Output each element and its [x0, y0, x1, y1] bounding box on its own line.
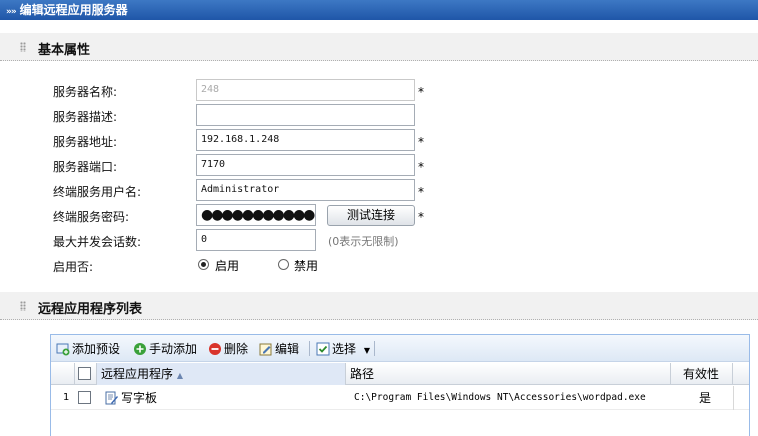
app-valid: 是 [699, 391, 712, 405]
term-pwd-input[interactable]: ●●●●●●●●●●● [196, 204, 316, 226]
required-mark: * [418, 185, 424, 199]
row-number-header [51, 363, 75, 385]
col-valid-label: 有效性 [683, 367, 720, 381]
sort-asc-icon: ▲ [176, 371, 183, 380]
section-basic-title: 基本属性 [38, 43, 91, 58]
server-desc-label: 服务器描述: [53, 110, 118, 124]
toolbar-divider [309, 341, 310, 356]
required-mark: * [418, 135, 424, 149]
grid-header: 远程应用程序 ▲ 路径 有效性 [51, 363, 749, 385]
toolbar-divider [374, 341, 375, 356]
edit-icon [259, 342, 273, 356]
add-preset-icon [56, 342, 70, 356]
term-user-input[interactable]: Administrator [196, 179, 415, 201]
server-desc-input[interactable] [196, 104, 415, 126]
minus-circle-icon [208, 342, 222, 356]
enabled-label: 启用否: [53, 260, 94, 274]
remote-app-grid: 添加预设 手动添加 删除 编辑 选择 ▼ 远程应用程序 ▲ 路径 有效性 1 写… [50, 334, 750, 436]
delete-label: 删除 [224, 342, 249, 356]
manual-add-label: 手动添加 [149, 342, 198, 356]
app-name: 写字板 [121, 391, 158, 405]
manual-add-button[interactable]: 手动添加 [133, 341, 197, 357]
row-number: 1 [63, 392, 70, 403]
delete-button[interactable]: 删除 [208, 341, 248, 357]
max-sessions-label: 最大并发会话数: [53, 235, 142, 249]
term-user-label: 终端服务用户名: [53, 185, 142, 199]
select-all-header [75, 363, 97, 385]
max-sessions-input[interactable]: 0 [196, 229, 316, 251]
col-header-valid[interactable]: 有效性 [671, 363, 733, 385]
required-mark: * [418, 160, 424, 174]
row-checkbox[interactable] [78, 391, 91, 404]
wordpad-icon [105, 389, 118, 405]
grid-toolbar: 添加预设 手动添加 删除 编辑 选择 ▼ [51, 335, 749, 362]
grip-icon [20, 42, 26, 52]
select-all-checkbox[interactable] [78, 367, 91, 380]
disable-radio[interactable] [278, 259, 289, 270]
title-arrows-icon: »» [6, 7, 17, 17]
app-path: C:\Program Files\Windows NT\Accessories\… [354, 392, 646, 403]
server-addr-label: 服务器地址: [53, 135, 118, 149]
col-header-name[interactable]: 远程应用程序 ▲ [97, 363, 346, 385]
add-preset-button[interactable]: 添加预设 [56, 341, 120, 357]
window-title-bar: »» 编辑远程应用服务器 [0, 0, 758, 20]
max-sessions-hint: (0表示无限制) [328, 235, 399, 248]
app-name-cell: 写字板 [101, 386, 157, 410]
select-label: 选择 [332, 342, 357, 356]
checkbox-icon [316, 342, 330, 356]
grip-icon [20, 301, 26, 311]
enable-radio-label: 启用 [215, 259, 240, 273]
col-name-label: 远程应用程序 [101, 367, 174, 381]
enable-radio[interactable] [198, 259, 209, 270]
section-apps-header: 远程应用程序列表 [0, 292, 758, 320]
table-row[interactable]: 1 写字板 C:\Program Files\Windows NT\Access… [51, 386, 749, 410]
add-preset-label: 添加预设 [72, 342, 121, 356]
server-addr-input[interactable]: 192.168.1.248 [196, 129, 415, 151]
server-name-input[interactable]: 248 [196, 79, 415, 101]
edit-label: 编辑 [275, 342, 300, 356]
test-connection-button[interactable]: 测试连接 [327, 205, 415, 226]
required-mark: * [418, 85, 424, 99]
column-divider [733, 386, 734, 410]
select-dropdown-button[interactable]: 选择 ▼ [316, 341, 370, 357]
col-path-label: 路径 [350, 367, 375, 381]
col-header-path[interactable]: 路径 [346, 363, 671, 385]
section-basic-header: 基本属性 [0, 33, 758, 61]
term-pwd-label: 终端服务密码: [53, 210, 130, 224]
dropdown-arrow-icon: ▼ [363, 346, 370, 355]
disable-radio-label: 禁用 [294, 259, 319, 273]
section-apps-title: 远程应用程序列表 [38, 302, 143, 317]
server-name-label: 服务器名称: [53, 85, 118, 99]
edit-button[interactable]: 编辑 [259, 341, 299, 357]
window-title: 编辑远程应用服务器 [19, 3, 128, 17]
plus-circle-icon [133, 342, 147, 356]
required-mark: * [418, 210, 424, 224]
server-port-input[interactable]: 7170 [196, 154, 415, 176]
server-port-label: 服务器端口: [53, 160, 118, 174]
